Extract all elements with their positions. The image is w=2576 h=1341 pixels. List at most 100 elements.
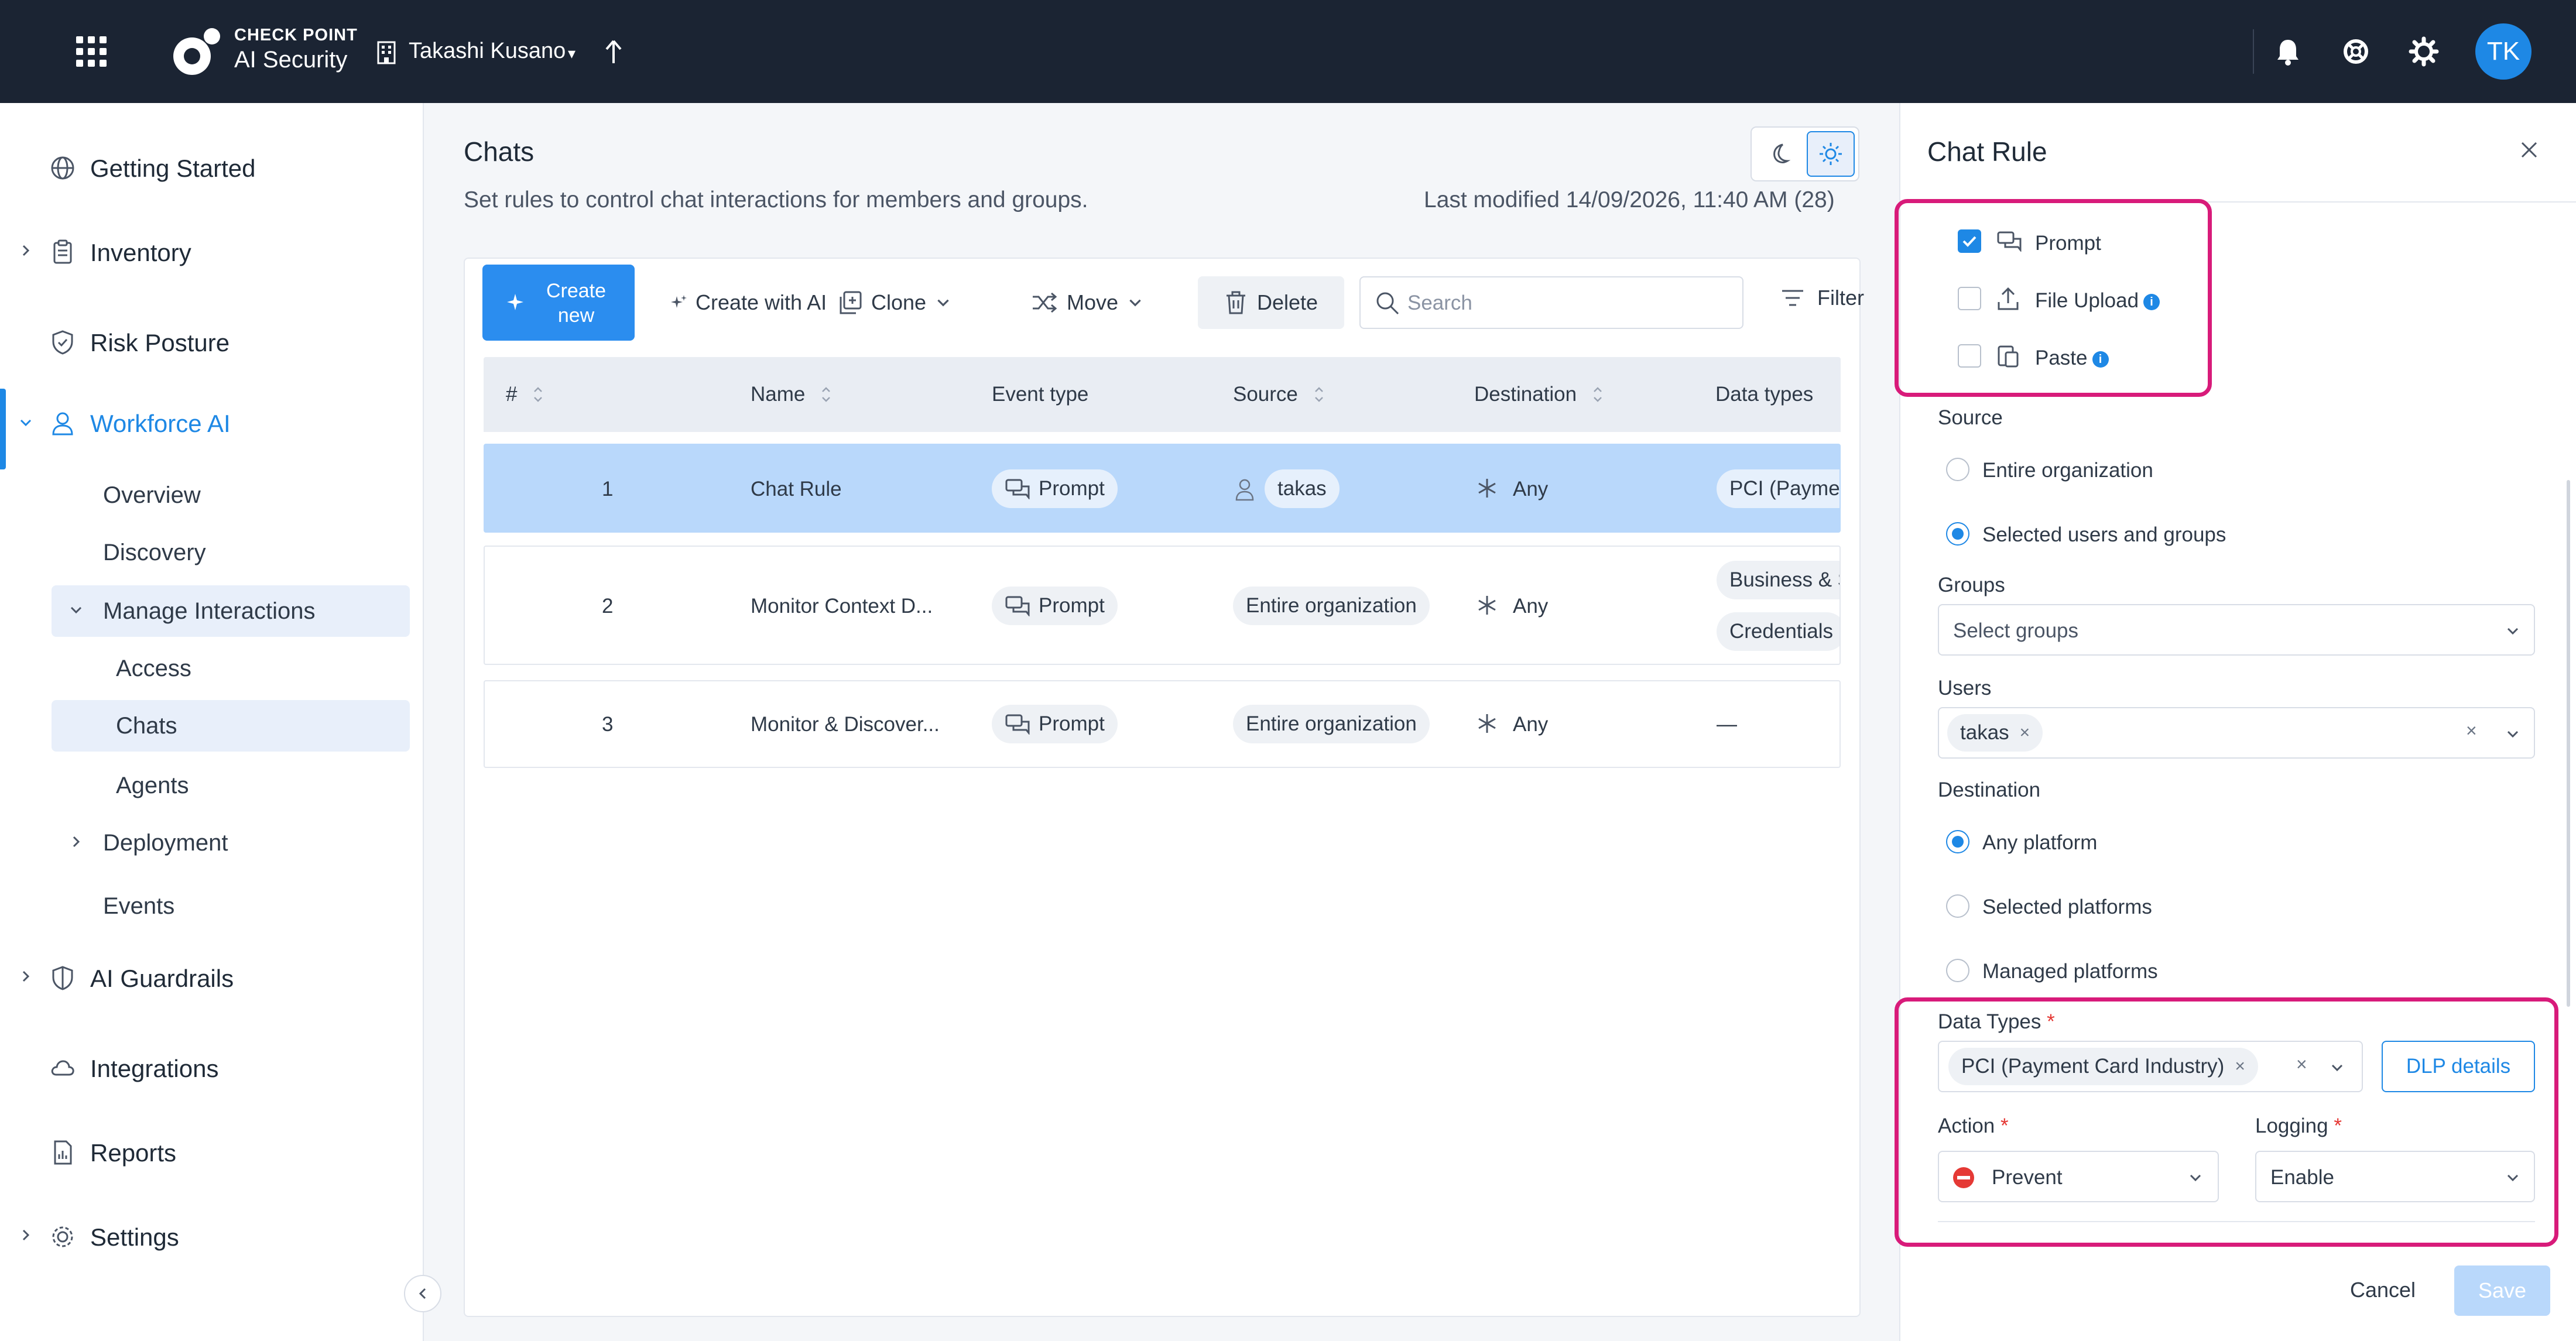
filter-button[interactable]: Filter [1780, 286, 1864, 310]
action-select[interactable]: Prevent [1938, 1151, 2219, 1202]
groups-select[interactable]: Select groups [1938, 604, 2535, 656]
column-header-number[interactable]: # [506, 383, 544, 406]
create-new-button[interactable]: Create new [482, 265, 635, 341]
data-type-tag: PCI (Payment Card Industry) × [1948, 1048, 2258, 1085]
nav-deployment[interactable]: Deployment [52, 817, 410, 869]
clear-icon[interactable]: × [2466, 720, 2477, 742]
cancel-button[interactable]: Cancel [2330, 1269, 2435, 1311]
column-header-event-type[interactable]: Event type [992, 383, 1088, 406]
chevron-down-icon [20, 419, 32, 427]
nav-sub-label: Agents [116, 773, 189, 798]
chat-bubbles-icon [1997, 231, 2022, 252]
clear-icon[interactable]: × [2296, 1054, 2307, 1075]
arrow-up-icon[interactable] [602, 37, 625, 67]
bell-icon[interactable] [2273, 36, 2303, 67]
nav-access[interactable]: Access [52, 643, 410, 694]
info-icon[interactable]: i [2092, 351, 2109, 368]
panel-scrollbar[interactable] [2567, 480, 2570, 1007]
nav-integrations[interactable]: Integrations [0, 1041, 424, 1093]
search-input[interactable] [1407, 287, 1735, 320]
nav-overview[interactable]: Overview [52, 469, 410, 521]
required-mark: * [2047, 1010, 2055, 1033]
move-label: Move [1067, 290, 1119, 314]
caret-down-icon[interactable]: ▾ [568, 44, 576, 63]
dest-any-radio[interactable] [1946, 830, 1969, 853]
destination-label: Any [1513, 478, 1549, 500]
nav-risk-posture[interactable]: Risk Posture [0, 315, 424, 368]
nav-sub-label: Access [116, 656, 191, 681]
search-box [1359, 276, 1743, 329]
nav-reports[interactable]: Reports [0, 1125, 424, 1178]
column-label: Destination [1474, 383, 1577, 406]
nav-workforce-ai[interactable]: Workforce AI [0, 389, 424, 469]
dest-managed-radio[interactable] [1946, 959, 1969, 982]
chevron-down-icon [2507, 627, 2519, 635]
column-header-name[interactable]: Name [751, 383, 832, 406]
table-row[interactable]: 3 Monitor & Discover... Prompt Entire or… [484, 680, 1841, 768]
user-avatar[interactable]: TK [2475, 23, 2532, 80]
nav-manage-interactions[interactable]: Manage Interactions [52, 585, 410, 637]
tenant-selector[interactable]: Takashi Kusano [409, 39, 566, 64]
create-with-ai-label: Create with AI [696, 290, 827, 314]
prompt-checkbox[interactable] [1958, 229, 1981, 253]
delete-button[interactable]: Delete [1198, 276, 1344, 329]
nav-discovery[interactable]: Discovery [52, 527, 410, 578]
column-label: Source [1233, 383, 1298, 406]
nav-chats[interactable]: Chats [52, 700, 410, 752]
users-select[interactable]: takas × × [1938, 707, 2535, 759]
event-type-pill: Prompt [992, 469, 1118, 508]
action-label: Action * [1938, 1114, 2009, 1138]
dest-selected-radio[interactable] [1946, 894, 1969, 918]
source-entire-radio[interactable] [1946, 458, 1969, 481]
nav-events[interactable]: Events [52, 880, 410, 932]
app-launcher-icon[interactable] [76, 36, 107, 67]
nav-inventory[interactable]: Inventory [0, 225, 424, 277]
help-lifebuoy-icon[interactable] [2341, 36, 2371, 67]
required-mark: * [2000, 1114, 2009, 1137]
dark-mode-button[interactable] [1755, 131, 1803, 177]
info-icon[interactable]: i [2143, 293, 2160, 310]
logging-value: Enable [2270, 1166, 2334, 1189]
table-row[interactable]: 1 Chat Rule Prompt takas Any PCI (Paymen… [484, 444, 1841, 533]
data-type-pill: PCI (Payment Card Industry) [1717, 469, 1840, 508]
source-selected-label: Selected users and groups [1982, 523, 2226, 546]
nav-label: Integrations [90, 1055, 219, 1082]
sort-icon [1594, 387, 1602, 402]
delete-label: Delete [1256, 290, 1318, 314]
remove-tag-icon[interactable]: × [2235, 1057, 2245, 1076]
source-selected-radio[interactable] [1946, 522, 1969, 546]
file-upload-checkbox[interactable] [1958, 287, 1981, 310]
data-type-tag-label: PCI (Payment Card Industry) [1961, 1055, 2225, 1078]
clone-icon [840, 291, 862, 314]
sparkle-icon [507, 294, 523, 310]
save-button[interactable]: Save [2454, 1265, 2550, 1316]
create-with-ai-button[interactable]: Create with AI [670, 265, 827, 341]
file-upload-label: File Upload [2035, 289, 2139, 312]
nav-getting-started[interactable]: Getting Started [0, 140, 424, 193]
nav-ai-guardrails[interactable]: AI Guardrails [0, 951, 424, 1003]
nav-sub-label: Discovery [103, 540, 206, 565]
column-header-data-types[interactable]: Data types [1715, 383, 1813, 406]
collapse-sidebar-button[interactable] [404, 1275, 441, 1312]
data-type-label: PCI (Payment Card Industry) [1729, 477, 1840, 500]
row-number: 3 [602, 713, 614, 736]
column-label: Data types [1715, 383, 1814, 406]
logging-select[interactable]: Enable [2255, 1151, 2535, 1202]
paste-checkbox[interactable] [1958, 344, 1981, 368]
data-types-select[interactable]: PCI (Payment Card Industry) × × [1938, 1041, 2363, 1092]
nav-sub-label: Overview [103, 482, 201, 508]
column-label: Name [751, 383, 806, 406]
column-header-source[interactable]: Source [1233, 383, 1325, 406]
close-icon[interactable] [2517, 138, 2541, 162]
move-button[interactable]: Move [1030, 265, 1144, 341]
dlp-details-button[interactable]: DLP details [2382, 1041, 2535, 1092]
nav-agents[interactable]: Agents [52, 760, 410, 811]
nav-settings[interactable]: Settings [0, 1209, 424, 1262]
paste-label: Paste [2035, 347, 2088, 369]
remove-tag-icon[interactable]: × [2020, 723, 2030, 743]
light-mode-button[interactable] [1807, 131, 1855, 177]
column-header-destination[interactable]: Destination [1474, 383, 1604, 406]
clone-button[interactable]: Clone [837, 265, 952, 341]
settings-gear-icon[interactable] [2409, 36, 2439, 67]
table-row[interactable]: 2 Monitor Context D... Prompt Entire org… [484, 546, 1841, 665]
